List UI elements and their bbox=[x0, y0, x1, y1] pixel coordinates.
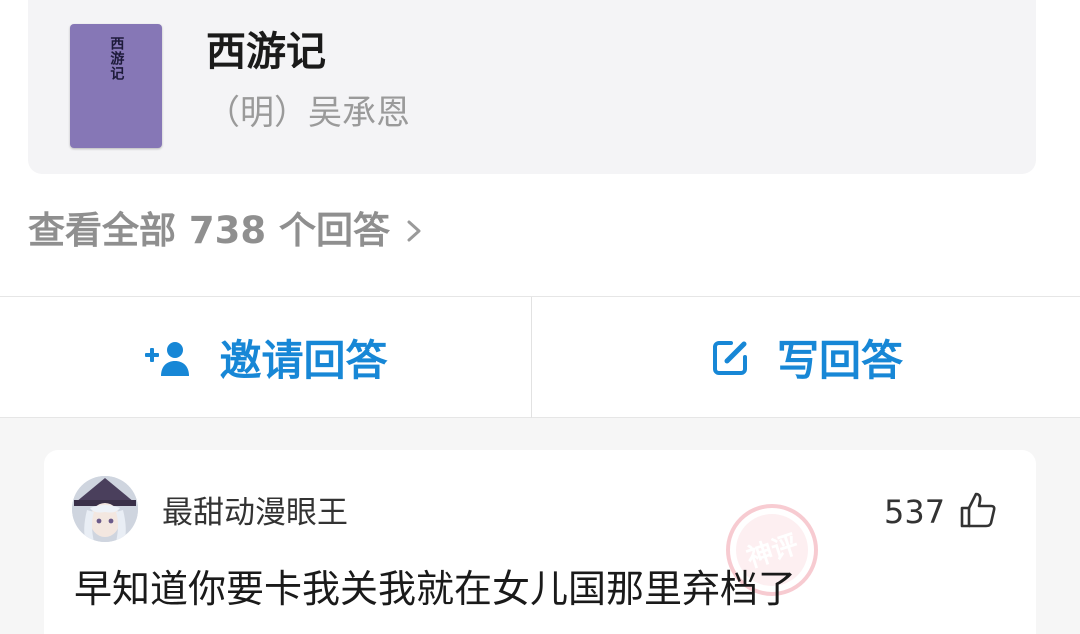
book-cover-title: 西游记 bbox=[108, 36, 125, 81]
like-count: 537 bbox=[884, 493, 946, 531]
question-header: 西游记 西游记 （明）吴承恩 查看全部 738 个回答 bbox=[0, 0, 1080, 296]
add-person-icon bbox=[145, 341, 190, 376]
view-all-answers-label: 查看全部 738 个回答 bbox=[28, 209, 390, 252]
view-all-answers-link[interactable]: 查看全部 738 个回答 bbox=[28, 212, 424, 249]
book-card[interactable]: 西游记 西游记 （明）吴承恩 bbox=[28, 0, 1036, 174]
thumbs-up-icon[interactable] bbox=[958, 490, 998, 530]
book-cover: 西游记 bbox=[70, 24, 162, 148]
answer-action-bar: 邀请回答 写回答 bbox=[0, 296, 1080, 418]
answer-username[interactable]: 最甜动漫眼王 bbox=[162, 498, 348, 529]
book-author: （明）吴承恩 bbox=[206, 93, 410, 133]
chevron-right-icon bbox=[407, 220, 421, 241]
write-answer-button[interactable]: 写回答 bbox=[532, 297, 1080, 418]
book-title: 西游记 bbox=[206, 29, 326, 75]
answer-text[interactable]: 早知道你要卡我关我就在女儿国那里弃档了 bbox=[74, 570, 796, 608]
edit-icon bbox=[712, 340, 747, 375]
top-answer-card[interactable]: 最甜动漫眼王 神评 537 早知道你要卡我关我就在女儿国那里弃档了 bbox=[44, 450, 1036, 634]
user-avatar[interactable] bbox=[72, 476, 138, 542]
avatar-image bbox=[72, 476, 138, 542]
invite-answer-button[interactable]: 邀请回答 bbox=[0, 297, 531, 418]
invite-answer-label: 邀请回答 bbox=[219, 336, 388, 385]
write-answer-label: 写回答 bbox=[776, 336, 903, 385]
